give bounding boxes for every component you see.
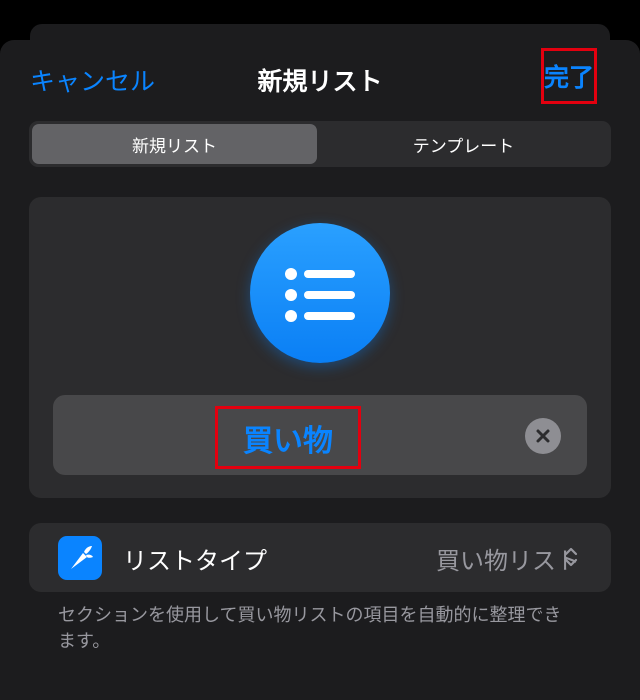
segment-templates[interactable]: テンプレート xyxy=(319,124,608,164)
clear-circle-icon[interactable] xyxy=(525,418,561,454)
segmented-control: 新規リスト テンプレート xyxy=(29,121,611,167)
list-type-label: リストタイプ xyxy=(123,547,267,575)
list-name-input[interactable]: 買い物 xyxy=(215,406,361,469)
list-bullet-icon[interactable] xyxy=(250,223,390,363)
carrot-icon xyxy=(58,536,102,580)
done-button[interactable]: 完了 xyxy=(541,48,597,104)
chevron-up-down-icon[interactable] xyxy=(563,544,579,570)
list-type-footnote: セクションを使用して買い物リストの項目を自動的に整理できます。 xyxy=(58,605,562,652)
segment-new-list[interactable]: 新規リスト xyxy=(32,124,317,164)
list-type-value[interactable]: 買い物リスト xyxy=(436,541,580,576)
